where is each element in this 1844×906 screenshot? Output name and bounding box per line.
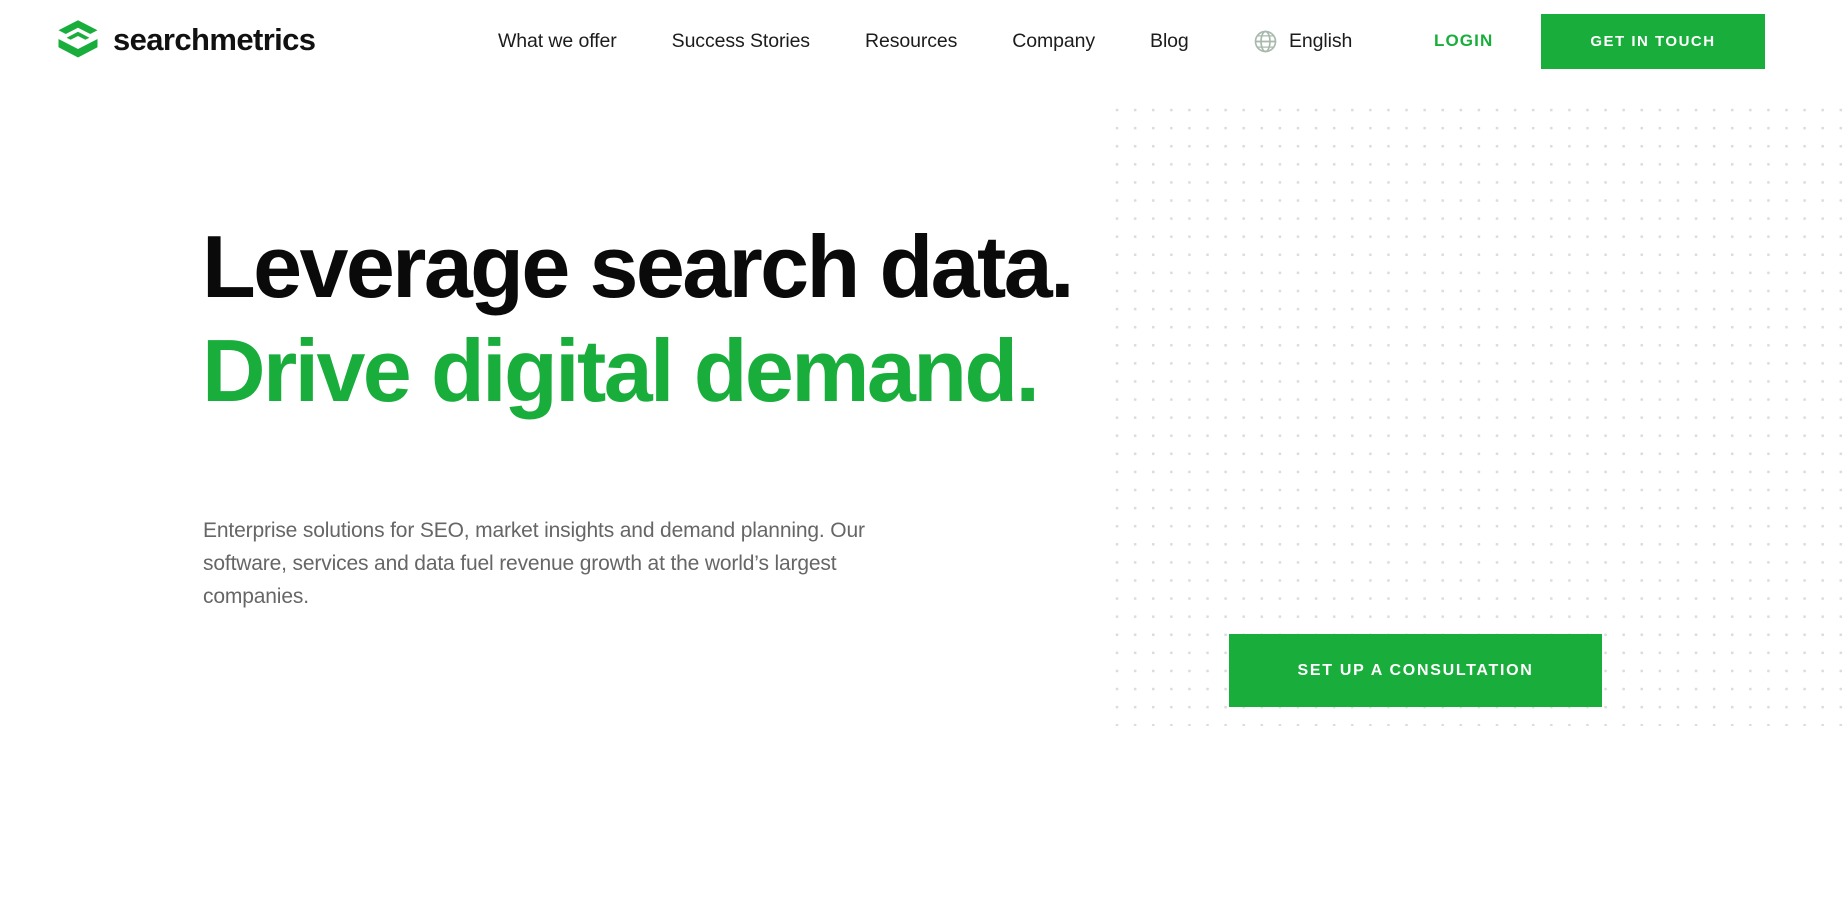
- hero-paragraph: Enterprise solutions for SEO, market ins…: [203, 519, 865, 609]
- nav-item-resources[interactable]: Resources: [865, 24, 957, 59]
- hero-heading: Leverage search data. Drive digital dema…: [202, 215, 1302, 423]
- login-link[interactable]: LOGIN: [1434, 0, 1493, 82]
- brand-logo-link[interactable]: searchmetrics: [56, 18, 316, 60]
- set-up-consultation-button[interactable]: SET UP A CONSULTATION: [1229, 634, 1602, 707]
- get-in-touch-button[interactable]: GET IN TOUCH: [1541, 14, 1765, 69]
- nav-item-what-we-offer[interactable]: What we offer: [498, 24, 617, 59]
- language-switcher[interactable]: English: [1253, 0, 1352, 82]
- language-label: English: [1289, 29, 1353, 52]
- hero-section: Leverage search data. Drive digital dema…: [0, 82, 1844, 732]
- brand-wordmark: searchmetrics: [113, 21, 316, 57]
- nav-item-blog[interactable]: Blog: [1150, 24, 1189, 59]
- hero-headline-line-1: Leverage search data.: [202, 217, 1075, 316]
- nav-item-company[interactable]: Company: [1012, 24, 1095, 59]
- page-root: searchmetrics What we offer Success Stor…: [0, 0, 1844, 906]
- primary-navigation: What we offer Success Stories Resources …: [498, 0, 1189, 82]
- globe-icon: [1254, 30, 1277, 52]
- stacked-layers-logo-icon: [58, 20, 98, 58]
- nav-item-success-stories[interactable]: Success Stories: [672, 24, 810, 59]
- site-header: searchmetrics What we offer Success Stor…: [0, 0, 1844, 82]
- hero-headline-line-2: Drive digital demand.: [202, 320, 1040, 420]
- feature-cards-section: SOFTWARE EXPERTS DATA: [0, 766, 1844, 906]
